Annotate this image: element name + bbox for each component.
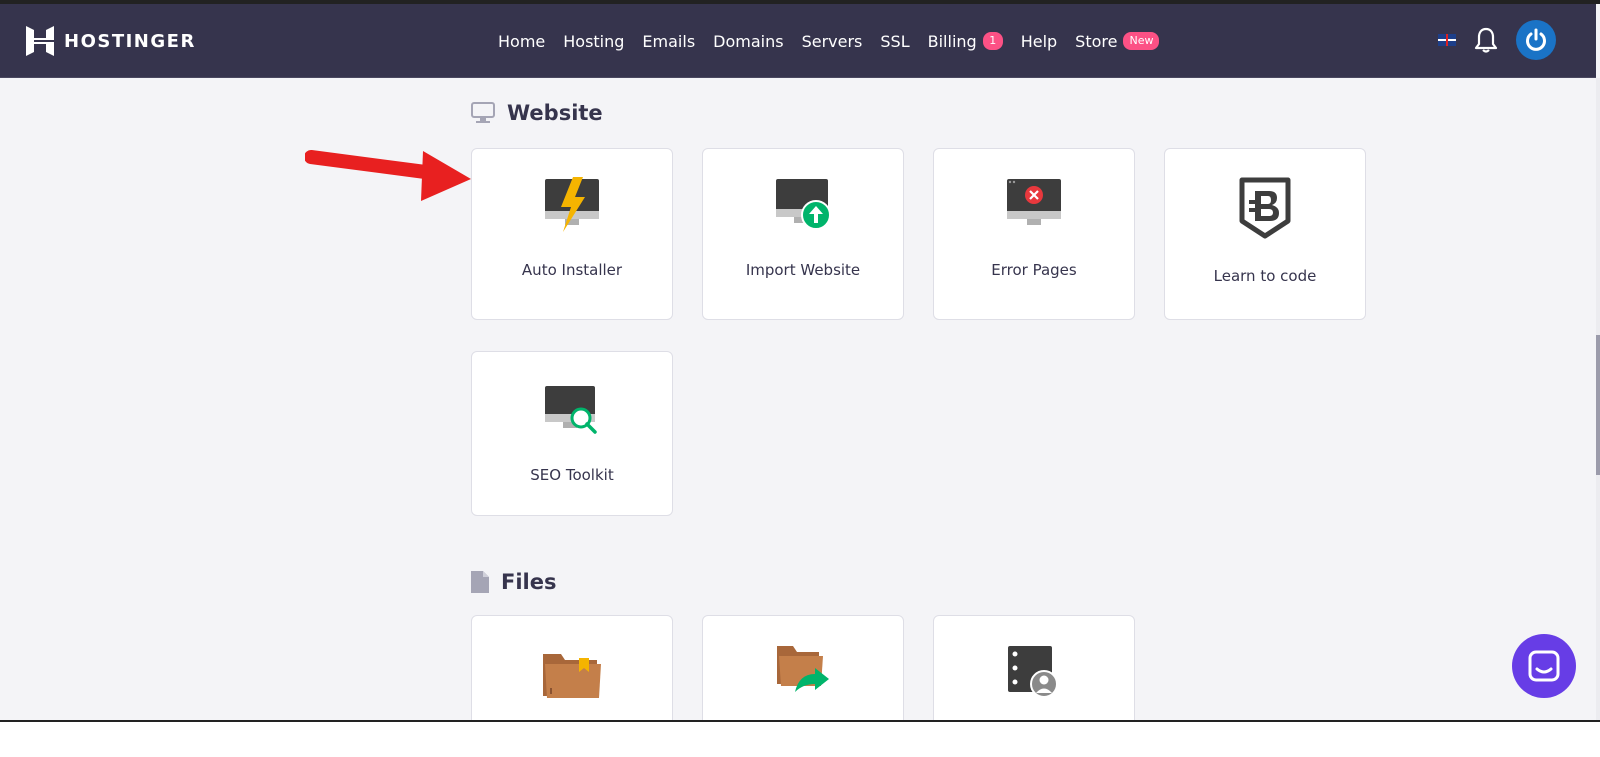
file-share-card[interactable] bbox=[702, 615, 904, 722]
brand-logo[interactable]: HOSTINGER bbox=[26, 26, 196, 56]
files-section-title: Files bbox=[501, 570, 557, 594]
seo-toolkit-label: SEO Toolkit bbox=[530, 466, 614, 484]
nav-domains-label: Domains bbox=[713, 31, 784, 51]
nav-billing[interactable]: Billing 1 bbox=[928, 32, 1003, 51]
folder-bookmark-icon bbox=[472, 648, 672, 700]
red-arrow-icon bbox=[305, 150, 471, 201]
nav-home-label: Home bbox=[498, 31, 546, 51]
files-section-header: Files bbox=[471, 570, 556, 594]
server-user-card[interactable] bbox=[933, 615, 1135, 722]
bottom-border bbox=[0, 720, 1600, 722]
top-navbar: HOSTINGER Home Hosting Emails Domains Se… bbox=[0, 4, 1596, 78]
viewport: HOSTINGER Home Hosting Emails Domains Se… bbox=[0, 0, 1600, 722]
flag-uk-icon[interactable] bbox=[1438, 34, 1456, 46]
nav-home[interactable]: Home bbox=[498, 32, 545, 51]
nav-store-label: Store bbox=[1075, 31, 1118, 51]
nav-ssl[interactable]: SSL bbox=[880, 32, 909, 51]
bell-icon[interactable] bbox=[1474, 26, 1498, 54]
monitor-error-icon bbox=[934, 177, 1134, 233]
nav-hosting-label: Hosting bbox=[563, 31, 625, 51]
nav-store[interactable]: Store New bbox=[1075, 31, 1160, 51]
nav-servers[interactable]: Servers bbox=[802, 32, 863, 51]
nav-servers-label: Servers bbox=[801, 31, 863, 51]
store-new-badge: New bbox=[1123, 32, 1160, 50]
scrollbar-thumb[interactable] bbox=[1596, 335, 1600, 475]
file-manager-card[interactable] bbox=[471, 615, 673, 722]
monitor-upload-icon bbox=[703, 177, 903, 233]
brand-name: HOSTINGER bbox=[64, 30, 196, 52]
nav-help[interactable]: Help bbox=[1021, 32, 1057, 51]
error-pages-card[interactable]: Error Pages bbox=[933, 148, 1135, 320]
import-website-label: Import Website bbox=[745, 261, 861, 279]
folder-share-icon bbox=[703, 644, 903, 696]
chat-icon bbox=[1528, 650, 1560, 682]
monitor-icon bbox=[471, 102, 495, 123]
chat-button[interactable] bbox=[1512, 634, 1576, 698]
main-menu: Home Hosting Emails Domains Servers SSL … bbox=[498, 4, 1160, 78]
import-website-card[interactable]: Import Website bbox=[702, 148, 904, 320]
power-avatar-icon[interactable] bbox=[1516, 20, 1556, 60]
server-user-icon bbox=[934, 644, 1134, 696]
monitor-search-icon bbox=[472, 384, 672, 434]
file-icon bbox=[471, 571, 489, 593]
nav-emails[interactable]: Emails bbox=[642, 32, 695, 51]
nav-domains[interactable]: Domains bbox=[713, 32, 783, 51]
auto-installer-label: Auto Installer bbox=[521, 261, 623, 279]
website-section-title: Website bbox=[507, 101, 603, 125]
learn-to-code-card[interactable]: Learn to code bbox=[1164, 148, 1366, 320]
auto-installer-card[interactable]: Auto Installer bbox=[471, 148, 673, 320]
nav-billing-label: Billing bbox=[927, 31, 977, 51]
nav-emails-label: Emails bbox=[642, 31, 696, 51]
header-actions bbox=[1438, 20, 1556, 60]
nav-hosting[interactable]: Hosting bbox=[563, 32, 624, 51]
error-pages-label: Error Pages bbox=[991, 261, 1077, 279]
power-icon bbox=[1526, 28, 1546, 51]
hostinger-logo-icon bbox=[26, 26, 54, 56]
monitor-lightning-icon bbox=[472, 177, 672, 233]
learn-to-code-label: Learn to code bbox=[1213, 267, 1317, 285]
b-shield-icon bbox=[1165, 177, 1365, 239]
website-section-header: Website bbox=[471, 101, 603, 125]
nav-ssl-label: SSL bbox=[880, 31, 910, 51]
nav-help-label: Help bbox=[1020, 31, 1058, 51]
seo-toolkit-card[interactable]: SEO Toolkit bbox=[471, 351, 673, 516]
billing-count-badge: 1 bbox=[982, 32, 1003, 50]
